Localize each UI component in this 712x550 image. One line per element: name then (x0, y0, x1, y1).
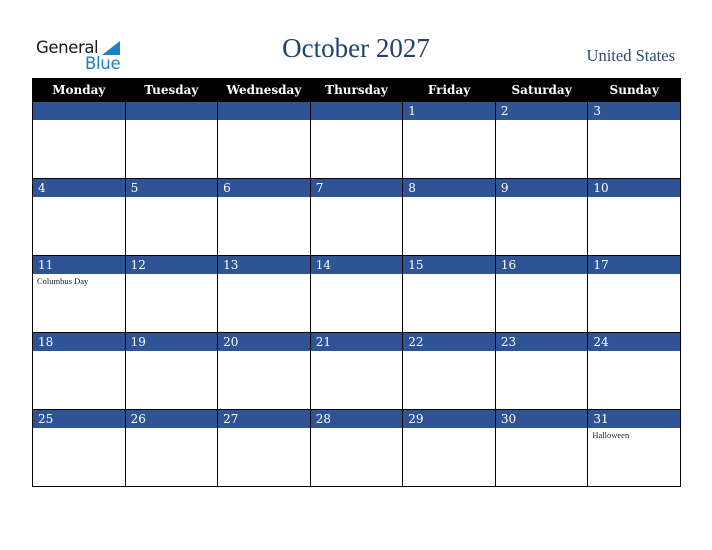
day-cell[interactable]: 16 (494, 255, 589, 333)
day-cell[interactable]: 12 (124, 255, 219, 333)
country-label: United States (586, 46, 675, 65)
day-cell[interactable]: 7 (309, 178, 404, 256)
weekday-header: Wednesday (217, 78, 311, 102)
day-cell[interactable]: 10 (587, 178, 681, 256)
day-cell[interactable]: 25 (32, 409, 126, 487)
day-cell[interactable]: 26 (124, 409, 219, 487)
day-number (33, 102, 125, 120)
day-cell[interactable]: 15 (402, 255, 496, 333)
day-number: 6 (218, 179, 310, 197)
weekday-header: Thursday (309, 78, 404, 102)
weekday-header: Tuesday (124, 78, 219, 102)
day-number: 5 (125, 179, 218, 197)
day-number: 2 (495, 102, 588, 120)
day-number: 18 (33, 333, 125, 351)
day-cell[interactable]: 6 (217, 178, 311, 256)
day-cell[interactable]: 4 (32, 178, 126, 256)
calendar-grid: Monday Tuesday Wednesday Thursday Friday… (32, 78, 681, 487)
day-number: 13 (218, 256, 310, 274)
day-number: 7 (310, 179, 403, 197)
day-cell[interactable]: 30 (494, 409, 589, 487)
day-number: 12 (125, 256, 218, 274)
day-number: 30 (495, 410, 588, 428)
day-cell[interactable] (124, 101, 219, 179)
day-number: 8 (403, 179, 495, 197)
week-row: 4 5 6 7 8 9 10 (32, 178, 681, 256)
day-number: 27 (218, 410, 310, 428)
day-number: 15 (403, 256, 495, 274)
day-number: 24 (588, 333, 680, 351)
day-number: 29 (403, 410, 495, 428)
day-number: 16 (495, 256, 588, 274)
day-cell[interactable]: 20 (217, 332, 311, 410)
day-cell[interactable]: 9 (494, 178, 589, 256)
day-cell[interactable]: 24 (587, 332, 681, 410)
day-number (310, 102, 403, 120)
day-cell[interactable]: 5 (124, 178, 219, 256)
day-number: 14 (310, 256, 403, 274)
day-number: 26 (125, 410, 218, 428)
day-cell[interactable]: 17 (587, 255, 681, 333)
day-number: 31 (588, 410, 680, 428)
day-cell[interactable]: 23 (494, 332, 589, 410)
day-number: 21 (310, 333, 403, 351)
day-number: 9 (495, 179, 588, 197)
weekday-header-row: Monday Tuesday Wednesday Thursday Friday… (32, 78, 681, 102)
day-cell[interactable]: 29 (402, 409, 496, 487)
day-number (218, 102, 310, 120)
day-cell[interactable] (309, 101, 404, 179)
week-row: 11 Columbus Day 12 13 14 15 16 17 (32, 255, 681, 333)
day-number: 1 (403, 102, 495, 120)
day-number: 28 (310, 410, 403, 428)
weekday-header: Saturday (494, 78, 589, 102)
day-number (125, 102, 218, 120)
day-cell[interactable] (217, 101, 311, 179)
day-number: 4 (33, 179, 125, 197)
day-number: 3 (588, 102, 680, 120)
day-number: 11 (33, 256, 125, 274)
day-cell[interactable]: 13 (217, 255, 311, 333)
day-cell[interactable]: 19 (124, 332, 219, 410)
day-number: 19 (125, 333, 218, 351)
day-cell[interactable]: 22 (402, 332, 496, 410)
day-number: 17 (588, 256, 680, 274)
week-row: 18 19 20 21 22 23 24 (32, 332, 681, 410)
weekday-header: Monday (32, 78, 126, 102)
day-number: 20 (218, 333, 310, 351)
day-cell[interactable]: 8 (402, 178, 496, 256)
week-row: 123 (32, 101, 681, 179)
week-row: 25 26 27 28 29 30 31 Halloween (32, 409, 681, 487)
day-cell[interactable]: 21 (309, 332, 404, 410)
day-cell[interactable]: 18 (32, 332, 126, 410)
day-cell[interactable]: 11 Columbus Day (32, 255, 126, 333)
day-number: 25 (33, 410, 125, 428)
day-cell[interactable]: 3 (587, 101, 681, 179)
day-cell[interactable]: 1 (402, 101, 496, 179)
day-number: 10 (588, 179, 680, 197)
day-cell[interactable]: 28 (309, 409, 404, 487)
day-number: 22 (403, 333, 495, 351)
day-cell[interactable] (32, 101, 126, 179)
day-cell[interactable]: 27 (217, 409, 311, 487)
day-number: 23 (495, 333, 588, 351)
weekday-header: Sunday (587, 78, 681, 102)
day-cell[interactable]: 14 (309, 255, 404, 333)
day-cell[interactable]: 31 Halloween (587, 409, 681, 487)
day-cell[interactable]: 2 (494, 101, 589, 179)
holiday-label: Columbus Day (37, 276, 89, 286)
weekday-header: Friday (402, 78, 496, 102)
holiday-label: Halloween (592, 430, 630, 440)
